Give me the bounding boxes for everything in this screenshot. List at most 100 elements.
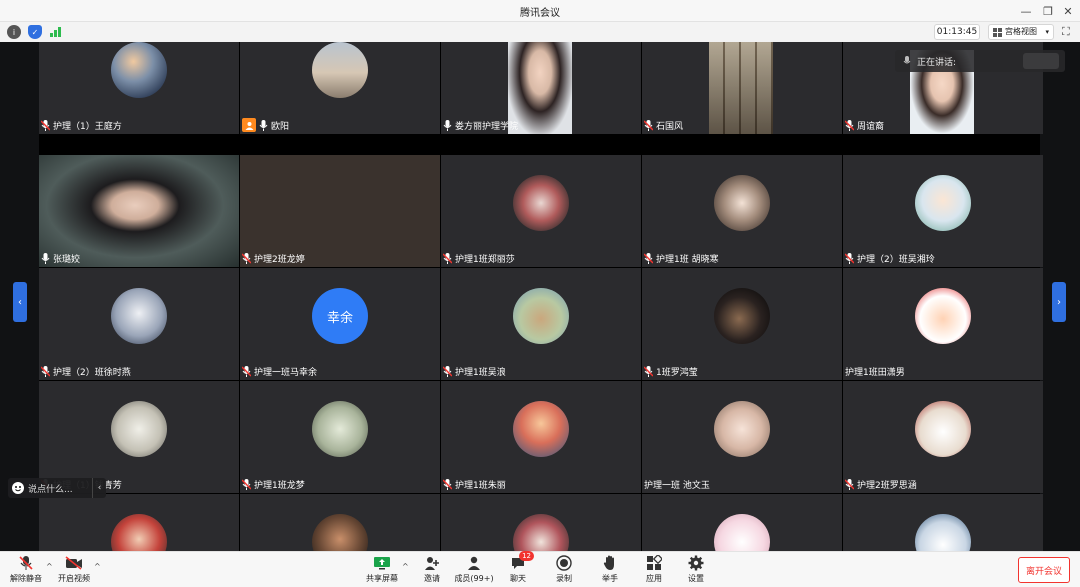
- participant-tile[interactable]: 护理（2）班吴湘玲: [843, 155, 1043, 267]
- raise-hand-label: 举手: [602, 574, 618, 583]
- apps-button[interactable]: 应用: [634, 555, 674, 586]
- video-options-caret[interactable]: ^: [94, 562, 101, 571]
- collapse-chat-button[interactable]: ‹: [92, 478, 106, 498]
- next-page-button[interactable]: ›: [1052, 282, 1066, 322]
- unmute-button[interactable]: 解除静音: [6, 555, 46, 586]
- members-button[interactable]: 成员(99+): [454, 555, 494, 586]
- chat-input[interactable]: 说点什么...: [28, 482, 73, 495]
- participant-name: 护理一班马幸余: [254, 367, 318, 378]
- apps-label: 应用: [646, 574, 662, 583]
- avatar: [111, 401, 167, 457]
- participant-tile[interactable]: [441, 494, 641, 551]
- host-icon: [242, 118, 256, 132]
- hand-icon: [601, 555, 619, 571]
- participant-tile[interactable]: [642, 494, 842, 551]
- fullscreen-icon[interactable]: ⛶: [1062, 25, 1076, 39]
- mic-muted-icon: [41, 365, 50, 377]
- participant-tile[interactable]: 护理1班朱丽: [441, 381, 641, 493]
- chat-input-bar[interactable]: 说点什么... ‹: [8, 478, 106, 498]
- prev-page-button[interactable]: ‹: [13, 282, 27, 322]
- view-mode-button[interactable]: 宫格视图 ▾: [988, 24, 1054, 40]
- record-icon: [555, 555, 573, 571]
- avatar: [111, 514, 167, 551]
- nameplate: 护理1班吴浪: [443, 364, 510, 378]
- gear-icon: [687, 555, 705, 571]
- participant-name: 娄方丽护理学院: [455, 121, 519, 132]
- settings-button[interactable]: 设置: [676, 555, 716, 586]
- mic-muted-icon: [41, 119, 50, 131]
- audio-options-caret[interactable]: ^: [46, 562, 53, 571]
- close-button[interactable]: ✕: [1060, 3, 1076, 19]
- camera-off-icon: [65, 555, 83, 571]
- avatar: [111, 288, 167, 344]
- mic-muted-icon: [443, 252, 452, 264]
- participant-tile[interactable]: 护理（1）钱青芳: [39, 381, 239, 493]
- participant-tile[interactable]: 1班罗鸿莹: [642, 268, 842, 380]
- participant-tile[interactable]: 护理1班田潇男: [843, 268, 1043, 380]
- participant-name: 护理1班 胡晓寒: [656, 254, 719, 265]
- participant-tile[interactable]: 护理（2）班徐时燕: [39, 268, 239, 380]
- participant-tile[interactable]: 护理2班罗思涵: [843, 381, 1043, 493]
- hands-icon[interactable]: [1023, 53, 1059, 69]
- record-button[interactable]: 录制: [544, 555, 584, 586]
- title-bar: 腾讯会议 — ❐ ✕: [0, 0, 1080, 22]
- start-video-button[interactable]: 开启视频: [54, 555, 94, 586]
- participant-tile[interactable]: 石国风: [642, 42, 842, 134]
- window-title: 腾讯会议: [520, 8, 560, 19]
- participant-tile[interactable]: 娄方丽护理学院: [441, 42, 641, 134]
- signal-icon[interactable]: [49, 25, 63, 39]
- avatar: [915, 288, 971, 344]
- participant-tile[interactable]: 护理一班 池文玉: [642, 381, 842, 493]
- invite-button[interactable]: 邀请: [412, 555, 452, 586]
- info-icon[interactable]: i: [7, 25, 21, 39]
- participant-tile[interactable]: 护理1班 胡晓寒: [642, 155, 842, 267]
- leave-meeting-button[interactable]: 离开会议: [1018, 557, 1070, 583]
- raise-hand-button[interactable]: 举手: [590, 555, 630, 586]
- participant-tile[interactable]: 幸余 护理一班马幸余: [240, 268, 440, 380]
- nameplate: 护理2班龙婷: [242, 251, 309, 265]
- participant-tile[interactable]: 张璐姣: [39, 155, 239, 267]
- shield-icon[interactable]: ✓: [28, 25, 42, 39]
- participant-tile[interactable]: [39, 494, 239, 551]
- video-stage: 护理（1）王庭方 欧阳 娄方丽护理学院 石国风 周谊裔 张璐姣 护理2班龙婷 护理1班郑丽莎护…: [0, 42, 1080, 551]
- top-toolbar: i ✓ 01:13:45 宫格视图 ▾ ⛶: [0, 22, 1080, 42]
- participant-tile[interactable]: 护理1班龙梦: [240, 381, 440, 493]
- participant-name: 护理（2）班吴湘玲: [857, 254, 935, 265]
- mic-muted-icon: [644, 119, 653, 131]
- participant-tile[interactable]: [843, 494, 1043, 551]
- participant-name: 欧阳: [271, 121, 290, 132]
- avatar: [111, 42, 167, 98]
- participant-name: 护理（1）王庭方: [53, 121, 122, 132]
- avatar: [312, 401, 368, 457]
- participant-tile[interactable]: 护理（1）王庭方: [39, 42, 239, 134]
- minimize-button[interactable]: —: [1018, 3, 1034, 19]
- members-icon: [465, 555, 483, 571]
- nameplate: 护理一班马幸余: [242, 364, 321, 378]
- mic-icon: [259, 119, 268, 131]
- mic-muted-icon: [242, 252, 251, 264]
- avatar: [312, 42, 368, 98]
- avatar: [915, 514, 971, 551]
- mic-icon: [41, 252, 50, 264]
- participant-name: 护理1班龙梦: [254, 480, 305, 491]
- restore-button[interactable]: ❐: [1040, 3, 1056, 19]
- share-options-caret[interactable]: ^: [402, 562, 409, 571]
- chat-button[interactable]: 12 聊天: [498, 551, 538, 586]
- participant-name: 护理（2）班徐时燕: [53, 367, 131, 378]
- mic-muted-icon: [242, 478, 251, 490]
- nameplate: 张璐姣: [41, 251, 84, 265]
- participant-tile[interactable]: 护理1班郑丽莎: [441, 155, 641, 267]
- participant-name: 护理2班龙婷: [254, 254, 305, 265]
- avatar: [312, 514, 368, 551]
- participant-grid: 护理（1）王庭方 欧阳 娄方丽护理学院 石国风 周谊裔 张璐姣 护理2班龙婷 护理1班郑丽莎护…: [39, 42, 1043, 551]
- participant-tile[interactable]: 欧阳: [240, 42, 440, 134]
- participant-tile[interactable]: [240, 494, 440, 551]
- speaker-icon: [903, 56, 911, 66]
- participant-tile[interactable]: 护理1班吴浪: [441, 268, 641, 380]
- share-screen-button[interactable]: 共享屏幕: [362, 555, 402, 586]
- participant-name: 护理一班 池文玉: [644, 480, 710, 491]
- participant-tile[interactable]: 护理2班龙婷: [240, 155, 440, 267]
- share-screen-label: 共享屏幕: [366, 574, 398, 583]
- emoji-icon[interactable]: [12, 482, 24, 494]
- start-video-label: 开启视频: [58, 574, 90, 583]
